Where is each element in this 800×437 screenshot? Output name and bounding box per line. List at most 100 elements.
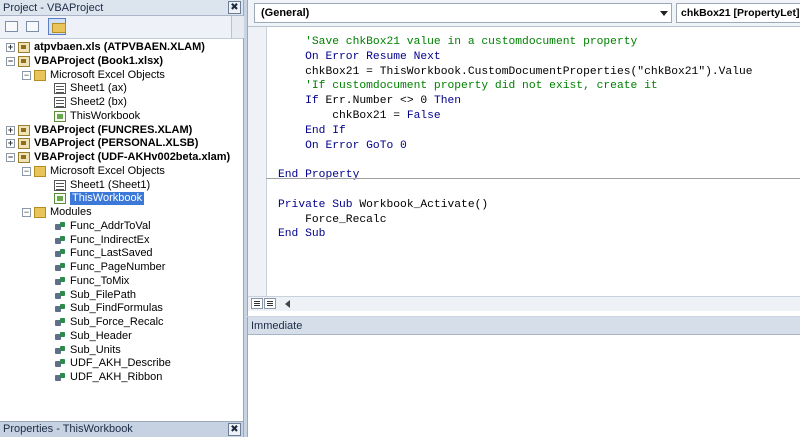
code-line[interactable]: 'If customdocument property did not exis… — [278, 79, 753, 94]
tree-node[interactable]: + atpvbaen.xls (ATPVBAEN.XLAM) — [0, 41, 240, 54]
code-line[interactable]: 'Save chkBox21 value in a customdocument… — [278, 35, 753, 50]
code-line[interactable]: End Property — [278, 168, 753, 183]
tree-node[interactable]: Func_ToMix — [0, 275, 240, 288]
tree-node[interactable]: Sub_Header — [0, 330, 240, 343]
tree-node-label: ThisWorkbook — [70, 192, 145, 206]
tree-node[interactable]: − VBAProject (Book1.xlsx) — [0, 55, 240, 68]
tree-node[interactable]: Sub_FindFormulas — [0, 302, 240, 315]
sheet-icon — [54, 83, 66, 95]
tree-node[interactable]: + VBAProject (PERSONAL.XLSB) — [0, 137, 240, 150]
code-line[interactable]: On Error Resume Next — [278, 50, 753, 65]
code-line[interactable]: Private Sub Workbook_Activate() — [278, 198, 753, 213]
code-text: Workbook_Activate() — [359, 198, 489, 211]
object-combo[interactable]: (General) — [254, 3, 672, 23]
tree-node-label: Sub_FindFormulas — [70, 302, 163, 315]
tree-node-label: Func_LastSaved — [70, 247, 153, 260]
scroll-left-arrow-icon[interactable] — [285, 300, 290, 308]
code-horizontal-scrollbar[interactable] — [248, 296, 800, 311]
tree-node-label: atpvbaen.xls (ATPVBAEN.XLAM) — [34, 41, 205, 53]
code-margin-indicator-bar[interactable] — [248, 27, 267, 296]
code-line[interactable] — [278, 183, 753, 198]
procedure-combo[interactable]: chkBox21 [PropertyLet] — [676, 3, 800, 23]
tree-node-label: Sheet1 (Sheet1) — [70, 178, 151, 191]
immediate-title-bar: Immediate — [248, 317, 800, 335]
full-module-view-button[interactable] — [264, 298, 276, 309]
tree-node[interactable]: − Modules — [0, 206, 240, 219]
tree-node[interactable]: Func_AddrToVal — [0, 220, 240, 233]
tree-node[interactable]: − Microsoft Excel Objects — [0, 69, 240, 82]
tree-node-label: VBAProject (PERSONAL.XLSB) — [34, 137, 199, 150]
folder-icon — [52, 23, 66, 33]
tree-node[interactable]: UDF_AKH_Describe — [0, 357, 240, 370]
code-keyword: False — [406, 109, 441, 122]
tree-node[interactable]: UDF_AKH_Ribbon — [0, 371, 240, 384]
code-comment: 'Save chkBox21 value in a customdocument… — [278, 36, 638, 48]
tree-node[interactable]: Sheet2 (bx) — [0, 96, 240, 109]
code-window: (General) chkBox21 [PropertyLet] 'Save c… — [247, 0, 800, 316]
tree-node[interactable]: Sheet1 (Sheet1) — [0, 179, 240, 192]
tree-node[interactable]: Sheet1 (ax) — [0, 82, 240, 95]
code-combo-bar: (General) chkBox21 [PropertyLet] — [248, 0, 800, 27]
collapse-icon[interactable]: − — [6, 56, 15, 66]
code-line[interactable]: End If — [278, 124, 753, 139]
tree-node[interactable]: Func_IndirectEx — [0, 234, 240, 247]
code-keyword: If — [278, 95, 326, 108]
tree-node[interactable]: Sub_FilePath — [0, 289, 240, 302]
tree-node[interactable]: + VBAProject (FUNCRES.XLAM) — [0, 124, 240, 137]
tree-node-label: VBAProject (Book1.xlsx) — [34, 54, 163, 67]
tree-node-label: Microsoft Excel Objects — [50, 164, 165, 177]
tree-node-label: VBAProject (UDF-AKHv002beta.xlam) — [34, 151, 231, 163]
tree-node[interactable]: − Microsoft Excel Objects — [0, 165, 240, 178]
collapse-icon[interactable]: − — [22, 166, 31, 176]
properties-title-bar: Properties - ThisWorkbook ✖ — [0, 421, 243, 437]
module-icon — [54, 358, 66, 369]
tree-node[interactable]: ThisWorkbook — [0, 192, 240, 206]
module-icon — [54, 262, 66, 273]
tree-node[interactable]: Func_PageNumber — [0, 261, 240, 274]
code-line[interactable]: If Err.Number <> 0 Then — [278, 94, 753, 109]
module-icon — [54, 345, 66, 356]
code-line[interactable] — [278, 153, 753, 168]
view-object-button[interactable] — [23, 18, 41, 35]
project-explorer-scrollbar[interactable] — [231, 16, 244, 38]
code-line[interactable]: chkBox21 = False — [278, 109, 753, 124]
tree-node[interactable]: Sub_Force_Recalc — [0, 316, 240, 329]
collapse-icon[interactable]: − — [22, 208, 31, 217]
tree-node[interactable]: Func_LastSaved — [0, 247, 240, 260]
code-keyword: On Error GoTo 0 — [278, 139, 407, 152]
code-line[interactable]: End Sub — [278, 227, 753, 242]
expand-icon[interactable]: + — [6, 125, 15, 135]
code-line[interactable]: chkBox21 = ThisWorkbook.CustomDocumentPr… — [278, 65, 753, 80]
code-keyword: Then — [433, 95, 462, 108]
code-line[interactable]: On Error GoTo 0 — [278, 139, 753, 154]
code-keyword: End If — [278, 124, 346, 137]
sheet-icon — [54, 97, 66, 108]
procedure-separator — [266, 178, 800, 179]
toggle-folders-button[interactable] — [48, 18, 66, 35]
module-icon — [54, 303, 66, 314]
folder-icon — [34, 165, 46, 177]
collapse-icon[interactable]: − — [22, 70, 31, 80]
project-explorer-close-icon[interactable]: ✖ — [228, 1, 241, 14]
expand-icon[interactable]: + — [6, 43, 15, 52]
code-line[interactable]: Force_Recalc — [278, 213, 753, 228]
collapse-icon[interactable]: − — [6, 153, 15, 162]
sheet-icon — [54, 179, 66, 191]
tree-node-label: Microsoft Excel Objects — [50, 68, 165, 81]
view-code-button[interactable] — [2, 18, 20, 35]
code-text: chkBox21 = ThisWorkbook.CustomDocumentPr… — [278, 65, 753, 78]
tree-node-label: Func_PageNumber — [70, 261, 166, 273]
immediate-window[interactable]: Immediate — [247, 317, 800, 437]
code-keyword: Private Sub — [278, 198, 360, 211]
tree-node-label: Modules — [50, 206, 92, 218]
tree-node-label: Func_IndirectEx — [70, 233, 150, 246]
expand-icon[interactable]: + — [6, 139, 15, 149]
code-editor[interactable]: 'Save chkBox21 value in a customdocument… — [278, 35, 753, 242]
tree-node-label: Sheet2 (bx) — [70, 96, 127, 108]
project-explorer-title: Project - VBAProject — [3, 2, 104, 14]
tree-node[interactable]: − VBAProject (UDF-AKHv002beta.xlam) — [0, 151, 240, 164]
tree-node[interactable]: ThisWorkbook — [0, 110, 240, 123]
procedure-view-button[interactable] — [251, 298, 263, 309]
properties-close-icon[interactable]: ✖ — [228, 423, 241, 436]
tree-node[interactable]: Sub_Units — [0, 344, 240, 357]
